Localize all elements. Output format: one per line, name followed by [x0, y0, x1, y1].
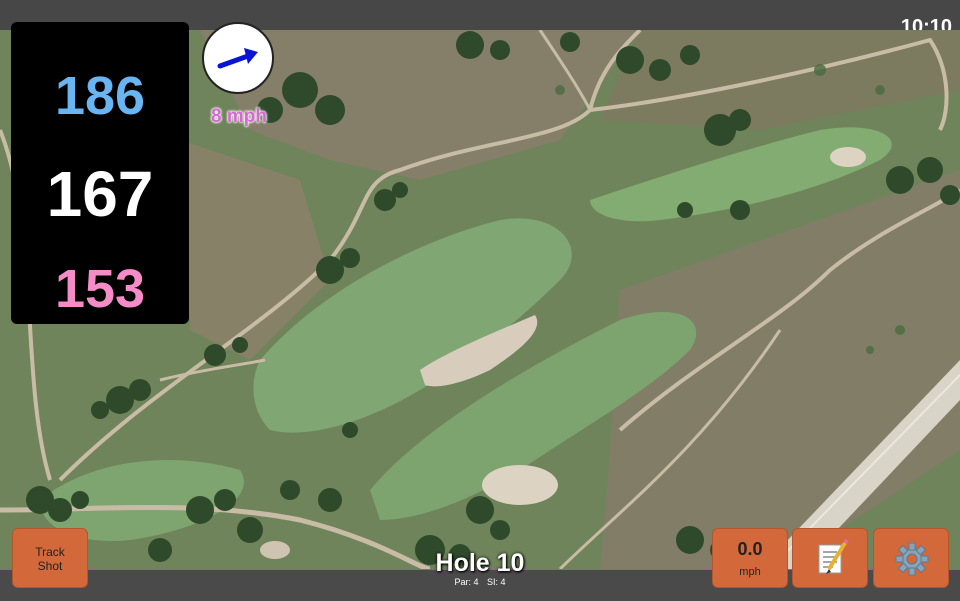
par-label: Par: 4: [454, 577, 479, 587]
track-shot-button[interactable]: Track Shot: [12, 528, 88, 588]
si-label: SI: 4: [487, 577, 506, 587]
memo-icon: [818, 538, 849, 574]
settings-button[interactable]: [873, 528, 949, 588]
middle-distance: 167: [46, 158, 154, 230]
wind-speed: 8 mph: [211, 106, 267, 127]
distance-panel: 186 167 153: [11, 22, 189, 324]
arrow-right-up-icon: [217, 48, 258, 69]
wind-value: 0.0: [737, 539, 763, 559]
notes-button[interactable]: [792, 528, 868, 588]
track-shot-label: Track Shot: [35, 545, 65, 573]
gear-icon: [895, 542, 929, 576]
front-distance: 153: [54, 259, 146, 319]
wind-unit: mph: [739, 566, 761, 578]
hole-meta: Par: 4 SI: 4: [380, 577, 580, 587]
hole-title: Hole 10: [435, 549, 525, 577]
back-distance: 186: [54, 66, 146, 126]
wind-direction-indicator: [202, 22, 274, 94]
wind-speed-button[interactable]: 0.0 mph: [712, 528, 788, 588]
